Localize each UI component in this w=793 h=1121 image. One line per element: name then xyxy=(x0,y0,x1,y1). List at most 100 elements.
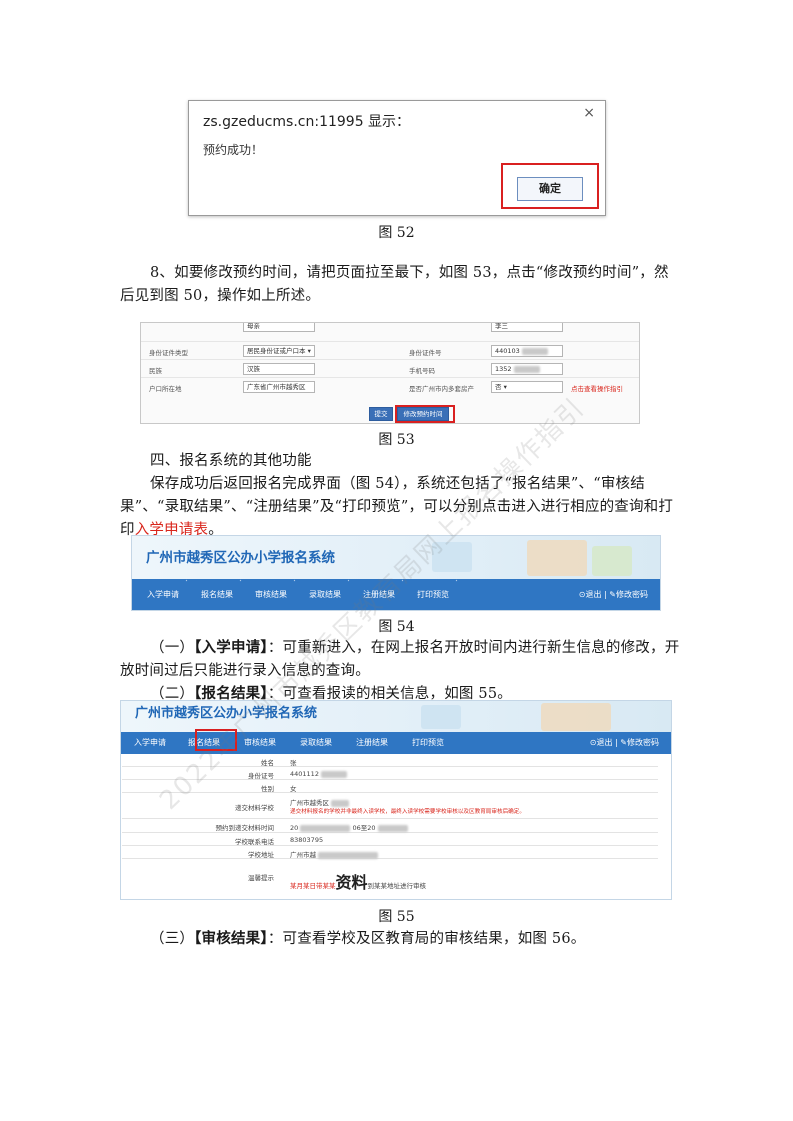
blurred-text xyxy=(377,824,408,832)
blurred-text xyxy=(521,347,548,355)
field-label: 户口所在地 xyxy=(149,385,182,393)
field-label: 是否广州市内多套房产 xyxy=(409,385,474,393)
item-label: （一） xyxy=(150,640,195,656)
row-value: 广州市越 xyxy=(290,851,316,859)
row-value: 4401112 xyxy=(290,770,319,778)
item-text: ：可查看学校及区教育局的审核结果，如图 56。 xyxy=(267,931,586,947)
row-label: 学校地址 xyxy=(248,851,274,859)
row-value-emphasis: 资料 xyxy=(335,873,368,892)
field-label: 手机号码 xyxy=(409,367,435,375)
row-note: 递交材料报名的学校并非最终入读学校，最终入读学校需要学校审核以及区教育局审核后确… xyxy=(290,809,525,815)
nav-item-apply[interactable]: 入学申请 xyxy=(140,579,186,610)
logout-link[interactable]: ⊙退出 xyxy=(579,590,602,599)
form-row: 母亲 李三 xyxy=(141,323,639,335)
guardian-name-input[interactable]: 李三 xyxy=(491,323,563,332)
item-review-text: （三）【审核结果】：可查看学校及区教育局的审核结果，如图 56。 xyxy=(120,927,680,951)
relation-select[interactable]: 母亲 xyxy=(243,323,315,332)
ok-button[interactable]: 确定 xyxy=(517,177,583,201)
item-bracket: 【审核结果】 xyxy=(194,930,268,947)
item-bracket: 【入学申请】 xyxy=(194,639,268,656)
row-value-wrap: 某月某日带某某资料到某某地址进行审核 xyxy=(290,869,426,893)
alert-dialog: zs.gzeducms.cn:11995 显示： × 预约成功！ 确定 xyxy=(188,100,606,216)
nav-separator xyxy=(456,579,466,610)
item-apply-text: （一）【入学申请】：可重新进入，在网上报名开放时间内进行新生信息的修改，开放时间… xyxy=(120,636,680,683)
dialog-title: zs.gzeducms.cn:11995 显示： xyxy=(203,114,411,130)
row-value: 83803795 xyxy=(290,836,324,844)
figure-caption-54: 图 54 xyxy=(378,619,415,635)
nav-item-review-result[interactable]: 审核结果 xyxy=(248,579,294,610)
decoration xyxy=(592,546,632,576)
account-links: ⊙退出 | ✎修改密码 xyxy=(579,579,648,610)
row-value-wrap: 广州市越 xyxy=(290,849,379,859)
divider: | xyxy=(615,738,618,747)
section-heading: 四、报名系统的其他功能 xyxy=(150,453,312,469)
form-row: 身份证件类型 居民身份证或户口本 ▾ 身份证件号 440103 xyxy=(141,341,639,359)
account-links: ⊙退出 | ✎修改密码 xyxy=(590,732,659,754)
change-password-link[interactable]: ✎修改密码 xyxy=(620,738,659,747)
divider: | xyxy=(604,590,607,599)
phone-value: 1352 xyxy=(495,365,512,373)
decoration xyxy=(541,703,611,731)
row-value-wrap: 广州市越秀区 xyxy=(290,797,350,807)
ethnicity-value: 汉族 xyxy=(247,365,260,373)
item-label: （三） xyxy=(150,931,195,947)
banner-header: 广州市越秀区公办小学报名系统 xyxy=(121,701,671,732)
nav-separator xyxy=(240,579,250,610)
table-row: 递交材料学校 广州市越秀区 递交材料报名的学校并非最终入读学校，最终入读学校需要… xyxy=(122,793,658,819)
table-row: 预约到递交材料时间 20 06至20 xyxy=(122,819,658,833)
row-value-wrap: 4401112 xyxy=(290,770,348,778)
form-row: 民族 汉族 手机号码 1352 xyxy=(141,359,639,377)
row-value: 女 xyxy=(290,785,297,793)
row-value: 广州市越秀区 xyxy=(290,799,329,807)
row-value-highlight: 某月某日带某某 xyxy=(290,882,336,890)
row-value: 06至20 xyxy=(352,824,376,832)
figure-caption-53: 图 53 xyxy=(378,432,415,448)
row-value: 20 xyxy=(290,824,299,832)
blurred-text xyxy=(318,851,379,859)
nav-separator xyxy=(294,579,304,610)
ethnicity-select[interactable]: 汉族 xyxy=(243,363,315,375)
table-row: 学校联系电话 83803795 xyxy=(122,833,658,846)
decoration xyxy=(527,540,587,576)
multi-property-select[interactable]: 否 ▾ xyxy=(491,381,563,393)
multi-property-value: 否 xyxy=(495,383,502,391)
figure-caption-52: 图 52 xyxy=(378,225,415,241)
nav-item-enrollment-result[interactable]: 注册结果 xyxy=(349,732,395,754)
logout-link[interactable]: ⊙退出 xyxy=(590,738,613,747)
change-password-link[interactable]: ✎修改密码 xyxy=(609,590,648,599)
nav-item-print-preview[interactable]: 打印预览 xyxy=(405,732,451,754)
nav-separator xyxy=(186,579,196,610)
id-number-value: 440103 xyxy=(495,347,520,355)
close-icon[interactable]: × xyxy=(583,105,595,121)
dialog-message: 预约成功！ xyxy=(203,143,264,157)
id-number-input[interactable]: 440103 xyxy=(491,345,563,357)
row-value: 到某某地址进行审核 xyxy=(367,882,427,890)
field-label: 民族 xyxy=(149,367,162,375)
blurred-text xyxy=(331,799,350,807)
row-label: 递交材料学校 xyxy=(235,804,274,812)
table-row: 温馨提示 某月某日带某某资料到某某地址进行审核 xyxy=(122,859,658,893)
highlight-box xyxy=(395,405,455,423)
nav-item-apply[interactable]: 入学申请 xyxy=(127,732,173,754)
nav-item-registration-result[interactable]: 报名结果 xyxy=(194,579,240,610)
nav-item-admission-result[interactable]: 录取结果 xyxy=(293,732,339,754)
id-type-select[interactable]: 居民身份证或户口本 ▾ xyxy=(243,345,315,357)
section-paragraph: 保存成功后返回报名完成界面（图 54），系统还包括了“报名结果”、“审核结果”、… xyxy=(120,473,680,542)
row-value: 张 xyxy=(290,759,297,767)
guide-link[interactable]: 点击查看操作指引 xyxy=(571,383,623,393)
blurred-text xyxy=(300,824,351,832)
blurred-text xyxy=(321,770,348,778)
id-type-value: 居民身份证或户口本 xyxy=(247,347,306,355)
submit-button[interactable]: 提交 xyxy=(369,407,393,421)
table-row: 学校地址 广州市越 xyxy=(122,846,658,859)
hukou-input[interactable]: 广东省广州市越秀区 xyxy=(243,381,315,393)
system-title: 广州市越秀区公办小学报名系统 xyxy=(146,550,335,566)
row-label: 温馨提示 xyxy=(248,874,274,882)
step-8-text: 8、如要修改预约时间，请把页面拉至最下，如图 53，点击“修改预约时间”，然后见… xyxy=(120,265,669,304)
row-label: 学校联系电话 xyxy=(235,838,274,846)
figure-caption-55: 图 55 xyxy=(378,909,415,925)
phone-input[interactable]: 1352 xyxy=(491,363,563,375)
decoration xyxy=(421,705,461,729)
field-label: 身份证件类型 xyxy=(149,349,188,357)
field-label: 身份证件号 xyxy=(409,349,442,357)
